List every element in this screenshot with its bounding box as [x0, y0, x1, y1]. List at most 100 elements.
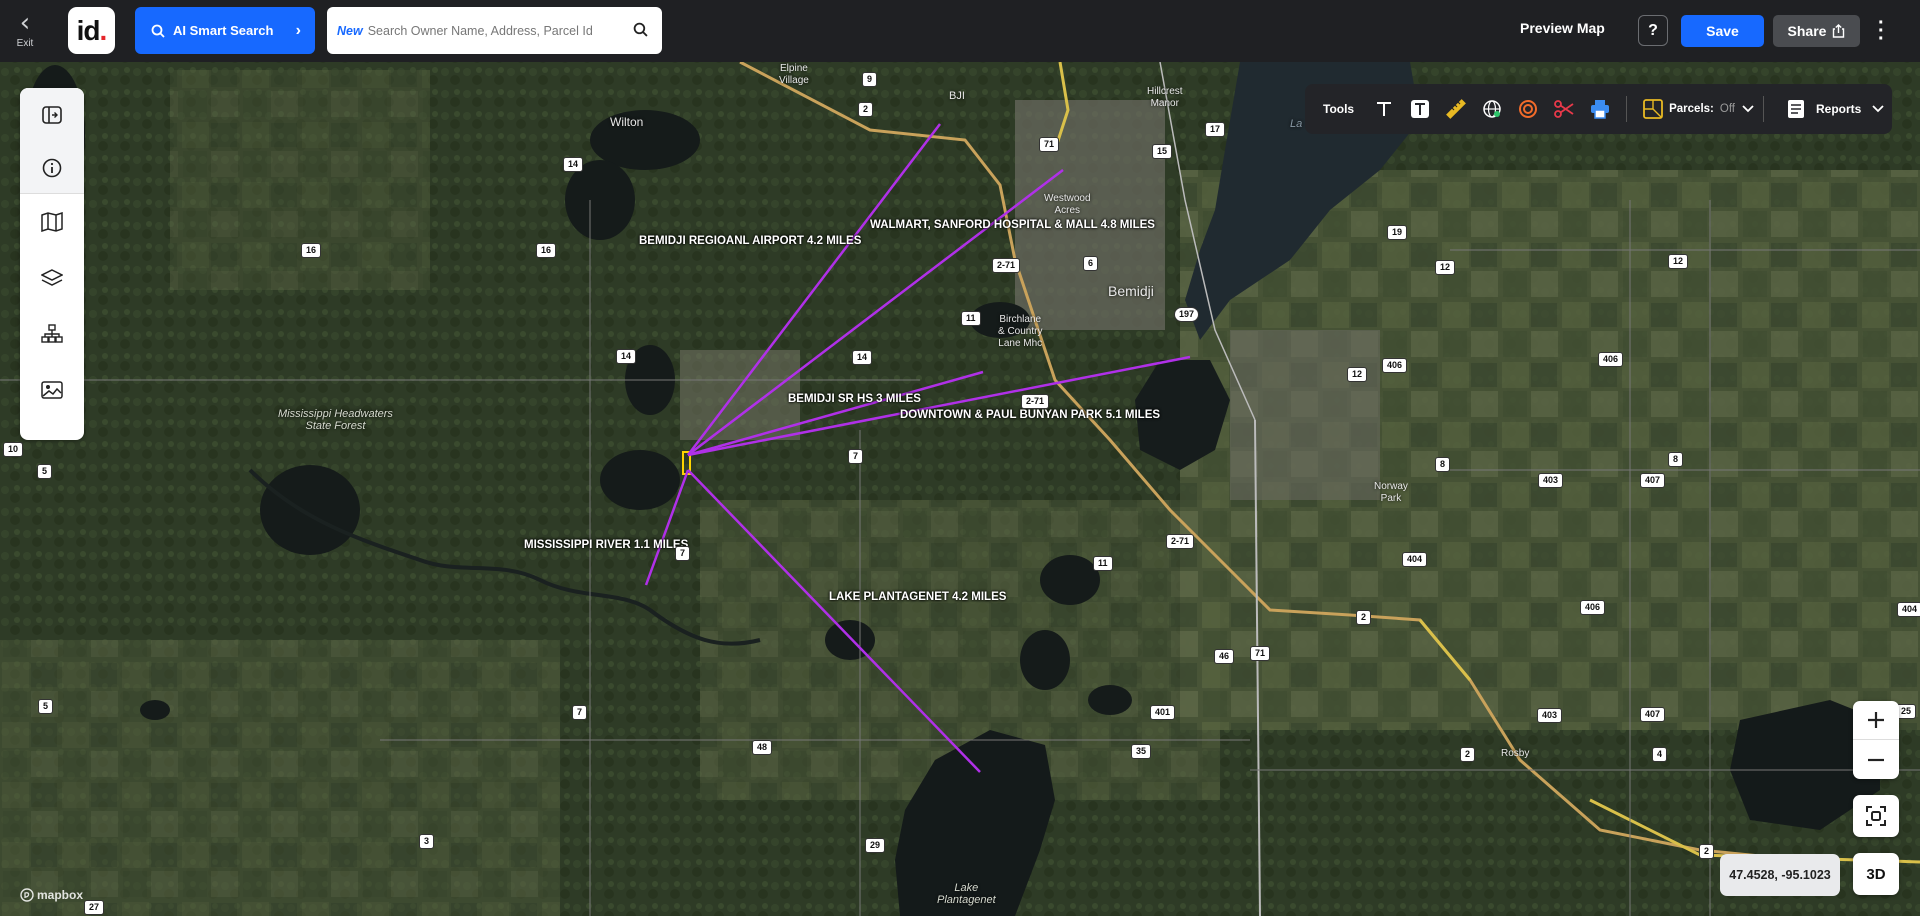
route-shield: 2-71 [1021, 394, 1050, 409]
route-shield: 46 [1214, 649, 1235, 664]
route-shield: 403 [1537, 708, 1563, 723]
report-icon [1788, 100, 1805, 118]
annotation-high-school[interactable]: BEMIDJI SR HS 3 MILES [788, 393, 921, 405]
route-shield: 406 [1382, 358, 1408, 373]
place-bemidji: Bemidji [1108, 283, 1154, 299]
chevron-down-icon [1872, 105, 1884, 113]
chevron-right-icon: › [295, 21, 301, 39]
route-shield: 2 [1699, 844, 1715, 859]
collapse-panel-button[interactable] [20, 88, 84, 141]
route-shield: 16 [301, 243, 322, 258]
mapbox-attribution[interactable]: mapbox [20, 888, 83, 902]
route-shield: 3 [419, 834, 435, 849]
place-lake-bemidji-partial: La [1290, 118, 1303, 130]
more-menu-icon[interactable]: · · · [1878, 13, 1885, 49]
exit-button[interactable]: ‹ Exit [10, 10, 40, 52]
chevron-down-icon [1742, 105, 1754, 113]
print-icon [1591, 100, 1610, 119]
globe-icon [1483, 100, 1501, 118]
reports-dropdown[interactable]: Reports [1786, 99, 1885, 119]
zoom-out-button[interactable] [1853, 740, 1899, 779]
route-shield: 25 [1896, 704, 1917, 719]
zoom-in-button[interactable] [1853, 701, 1899, 740]
text-tool[interactable] [1366, 91, 1402, 127]
share-icon [1833, 24, 1845, 38]
route-shield: 2 [858, 102, 874, 117]
place-headwaters-forest: Mississippi Headwaters State Forest [278, 408, 393, 432]
fit-bounds-button[interactable] [1853, 795, 1899, 837]
annotation-walmart[interactable]: WALMART, SANFORD HOSPITAL & MALL 4.8 MIL… [870, 219, 1155, 231]
logo[interactable]: id. [68, 7, 115, 54]
map-canvas[interactable]: Wilton Elpine Village BJI Hillcrest Mano… [0, 62, 1920, 916]
image-button[interactable] [20, 362, 84, 418]
route-shield: 407 [1640, 707, 1666, 722]
layers-icon [41, 269, 63, 286]
annotation-mississippi[interactable]: MISSISSIPPI RIVER 1.1 MILES [524, 539, 688, 551]
annotation-downtown[interactable]: DOWNTOWN & PAUL BUNYAN PARK 5.1 MILES [900, 409, 1160, 421]
place-rosby: Rosby [1501, 748, 1530, 759]
search-input[interactable] [367, 23, 628, 38]
preview-map-button[interactable]: Preview Map [1520, 20, 1605, 36]
layers-button[interactable] [20, 250, 84, 306]
route-shield: 7 [675, 546, 691, 561]
focus-frame-icon [1866, 806, 1886, 826]
parcels-toggle[interactable]: Parcels: Off [1643, 99, 1755, 119]
measure-tool[interactable] [1438, 91, 1474, 127]
route-shield: 29 [865, 838, 886, 853]
logo-dot: . [99, 14, 108, 46]
route-shield: 12 [1668, 254, 1689, 269]
sitemap-button[interactable] [20, 306, 84, 362]
search-icon[interactable] [633, 22, 648, 37]
text-box-tool[interactable] [1402, 91, 1438, 127]
info-icon [42, 158, 62, 177]
help-button[interactable]: ? [1638, 15, 1668, 46]
print-tool[interactable] [1582, 91, 1618, 127]
new-badge: New [337, 23, 363, 38]
route-shield: 406 [1598, 352, 1624, 367]
sidebar-top-group [20, 88, 84, 194]
search-bar[interactable]: New [327, 7, 662, 54]
3d-toggle-button[interactable]: 3D [1853, 853, 1899, 895]
parcel-icon [1643, 99, 1664, 119]
route-shield: 2 [1460, 747, 1476, 762]
route-shield: 16 [536, 243, 557, 258]
cut-tool[interactable] [1546, 91, 1582, 127]
route-shield: 19 [1387, 225, 1408, 240]
route-shield: 48 [752, 740, 773, 755]
ai-smart-search-button[interactable]: AI Smart Search › [135, 7, 315, 54]
map-book-button[interactable] [20, 194, 84, 250]
annotation-airport[interactable]: BEMIDJI REGIOANL AIRPORT 4.2 MILES [639, 235, 861, 247]
collapse-panel-icon [42, 105, 62, 124]
save-button[interactable]: Save [1681, 15, 1764, 47]
route-shield: 10 [3, 442, 24, 457]
route-shield: 9 [862, 72, 878, 87]
place-norway-park: Norway Park [1374, 481, 1408, 504]
route-shield: 8 [1668, 452, 1684, 467]
route-shield: 14 [616, 349, 637, 364]
logo-text: id [76, 14, 101, 46]
text-icon [1377, 102, 1392, 116]
map-book-icon [41, 212, 63, 232]
tools-divider [1626, 96, 1628, 122]
route-shield: 4 [1652, 747, 1668, 762]
tools-bar: Tools Parcels: Off Reports [1305, 84, 1892, 134]
ruler-icon [1446, 99, 1467, 119]
route-shield: 14 [852, 350, 873, 365]
share-button[interactable]: Share [1773, 15, 1860, 47]
route-shield: 14 [563, 157, 584, 172]
place-wilton: Wilton [610, 115, 644, 129]
route-shield: 8 [1435, 457, 1451, 472]
place-lake-plantagenet: Lake Plantagenet [937, 882, 996, 906]
tools-label: Tools [1323, 102, 1355, 116]
info-button[interactable] [20, 141, 84, 194]
radius-tool[interactable] [1510, 91, 1546, 127]
annotation-lake-plantagenet[interactable]: LAKE PLANTAGENET 4.2 MILES [829, 591, 1006, 603]
route-shield: 35 [1131, 744, 1152, 759]
ai-smart-search-label: AI Smart Search [173, 23, 274, 38]
route-shield: 27 [84, 900, 105, 915]
route-shield: 197 [1174, 307, 1200, 322]
search-icon [151, 24, 165, 38]
text-box-icon [1411, 100, 1430, 118]
globe-tool[interactable] [1474, 91, 1510, 127]
scissors-icon [1554, 100, 1574, 118]
